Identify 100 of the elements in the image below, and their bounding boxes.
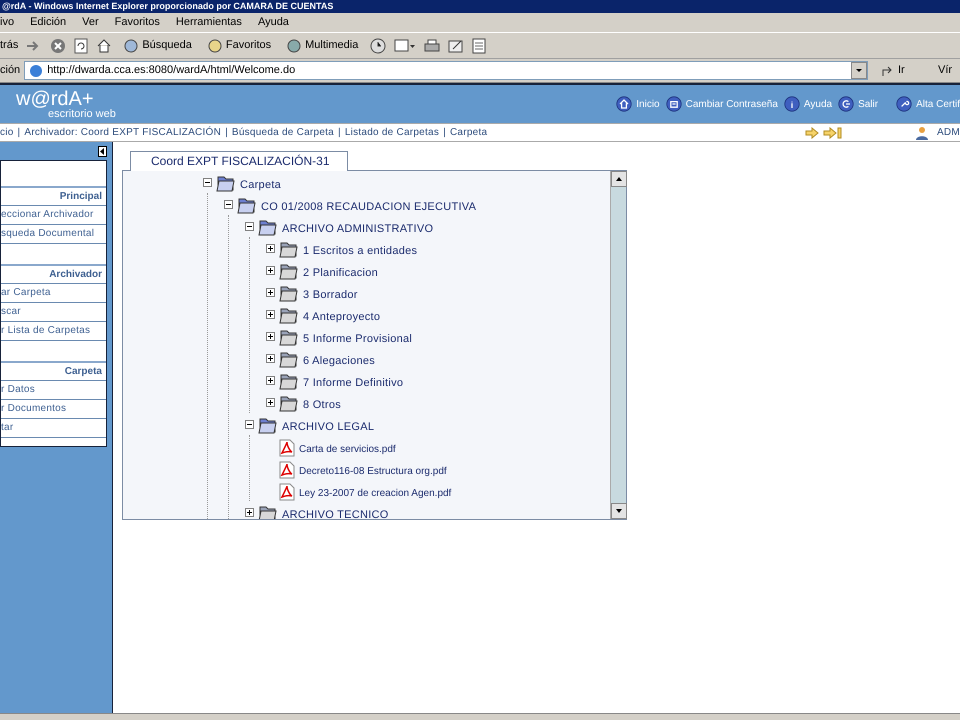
sidebar-link[interactable]: tar [1, 419, 106, 438]
tree-item-label[interactable]: ARCHIVO TECNICO [282, 506, 389, 519]
sidebar-link[interactable]: scar [1, 303, 106, 322]
expand-toggle[interactable] [266, 376, 275, 385]
print-icon[interactable] [424, 38, 440, 54]
sidebar-link[interactable]: eccionar Archivador [1, 206, 106, 225]
tree-item-label[interactable]: 1 Escritos a entidades [303, 242, 418, 259]
expand-toggle[interactable] [266, 398, 275, 407]
home-icon[interactable] [96, 38, 112, 54]
tree-item-label[interactable]: 6 Alegaciones [303, 352, 376, 369]
tree-item-label[interactable]: Carpeta [240, 176, 282, 193]
expand-toggle[interactable] [266, 310, 275, 319]
page-icon [29, 64, 44, 78]
user-icon [915, 126, 930, 140]
menu-item[interactable]: ivo [0, 14, 14, 31]
tree-item-label[interactable]: CO 01/2008 RECAUDACION EJECUTIVA [261, 198, 476, 215]
tree-item-label[interactable]: 8 Otros [303, 396, 341, 413]
go-arrow-icon [880, 64, 894, 78]
tree-item-label[interactable]: 2 Planificacion [303, 264, 378, 281]
menu-item[interactable]: Edición [30, 14, 66, 31]
folder-icon [279, 263, 299, 281]
home-icon [616, 96, 632, 112]
refresh-icon[interactable] [74, 38, 88, 54]
window-title: @rdA - Windows Internet Explorer proporcionado por CAMARA DE CUENTAS [2, 1, 334, 12]
folder-icon [279, 241, 299, 259]
breadcrumb-link[interactable]: Listado de Carpetas [344, 125, 440, 140]
sidebar-section-title: Archivador [1, 264, 106, 284]
links-label[interactable]: Vír [938, 62, 960, 79]
tree-item-label[interactable]: ARCHIVO ADMINISTRATIVO [282, 220, 434, 237]
folder-icon [279, 285, 299, 303]
breadcrumb-separator: | [224, 126, 229, 140]
collapse-toggle[interactable] [245, 420, 254, 429]
go-button[interactable]: Ir [880, 62, 934, 79]
folder-icon [279, 329, 299, 347]
expand-toggle[interactable] [245, 508, 254, 517]
tree-item-label[interactable]: 3 Borrador [303, 286, 358, 303]
back-button[interactable]: trás [0, 37, 18, 54]
expand-toggle[interactable] [266, 266, 275, 275]
menu-item[interactable]: Herramientas [176, 14, 242, 31]
pdf-file-icon [279, 439, 295, 457]
folder-icon [279, 351, 299, 369]
scroll-up-button[interactable] [611, 171, 627, 187]
expand-toggle[interactable] [266, 354, 275, 363]
folder-icon [258, 219, 278, 237]
menu-item[interactable]: Favoritos [114, 14, 160, 31]
pdf-file-icon [279, 461, 295, 479]
tree-item-label[interactable]: 4 Anteproyecto [303, 308, 380, 325]
app-subtitle: escritorio web [48, 108, 117, 120]
breadcrumb-link[interactable]: Archivador: Coord EXPT FISCALIZACIÓN [24, 125, 222, 140]
media-button[interactable]: Multimedia [283, 37, 362, 54]
address-label: ción [0, 63, 20, 78]
favorites-button[interactable]: Favoritos [204, 37, 276, 54]
exit-icon [838, 96, 854, 112]
stop-icon[interactable] [50, 38, 66, 54]
breadcrumb-link[interactable]: Búsqueda de Carpeta [232, 125, 334, 140]
expand-toggle[interactable] [266, 288, 275, 297]
tree-item-label[interactable]: ARCHIVO LEGAL [282, 418, 374, 435]
collapse-toggle[interactable] [203, 178, 212, 187]
tree-item-label[interactable]: Ley 23-2007 de creacion Agen.pdf [299, 486, 452, 501]
sidebar-link[interactable]: r Lista de Carpetas [1, 322, 106, 341]
history-icon[interactable] [370, 38, 386, 54]
collapse-sidebar-button[interactable] [98, 146, 107, 157]
collapse-toggle[interactable] [245, 222, 254, 231]
breadcrumb-link[interactable]: cio [0, 125, 14, 140]
tree-item-label[interactable]: Carta de servicios.pdf [299, 442, 396, 457]
folder-icon [279, 373, 299, 391]
edit-icon[interactable] [448, 38, 464, 54]
folder-tab[interactable]: Coord EXPT FISCALIZACIÓN-31 [130, 151, 348, 171]
search-button[interactable]: Búsqueda [120, 37, 196, 54]
breadcrumb-link[interactable]: Carpeta [450, 125, 488, 140]
dropdown-button[interactable] [851, 62, 867, 79]
scroll-down-button[interactable] [611, 503, 627, 519]
info-icon [784, 96, 800, 112]
menu-item[interactable]: Ayuda [258, 14, 289, 31]
folder-icon [258, 417, 278, 435]
menu-item[interactable]: Ver [82, 14, 99, 31]
sidebar-link[interactable]: r Datos [1, 381, 106, 400]
expand-toggle[interactable] [266, 244, 275, 253]
document-icon[interactable] [472, 38, 486, 54]
folder-icon [237, 197, 257, 215]
arrow-to-end-icon[interactable] [823, 126, 844, 138]
sidebar-link[interactable]: ar Carpeta [1, 284, 106, 303]
arrow-right-icon[interactable] [805, 126, 820, 138]
collapse-toggle[interactable] [224, 200, 233, 209]
expand-toggle[interactable] [266, 332, 275, 341]
sidebar-link[interactable]: r Documentos [1, 400, 106, 419]
user-name: ADM [937, 126, 960, 140]
sidebar-section-title: Carpeta [1, 361, 106, 381]
tree-item-label[interactable]: 7 Informe Definitivo [303, 374, 404, 391]
app-logo: w@rdA+ [16, 88, 95, 108]
breadcrumb-separator: | [16, 126, 22, 140]
scrollbar[interactable] [610, 171, 626, 519]
folder-icon [279, 395, 299, 413]
tree-item-label[interactable]: Decreto116-08 Estructura org.pdf [299, 464, 447, 479]
breadcrumb-separator: | [336, 126, 342, 140]
folder-icon [216, 175, 236, 193]
sidebar-link[interactable]: squeda Documental [1, 225, 106, 244]
folder-icon [279, 307, 299, 325]
address-field[interactable]: http://dwarda.cca.es:8080/wardA/html/Welcome.do [24, 61, 868, 80]
tree-item-label[interactable]: 5 Informe Provisional [303, 330, 412, 347]
